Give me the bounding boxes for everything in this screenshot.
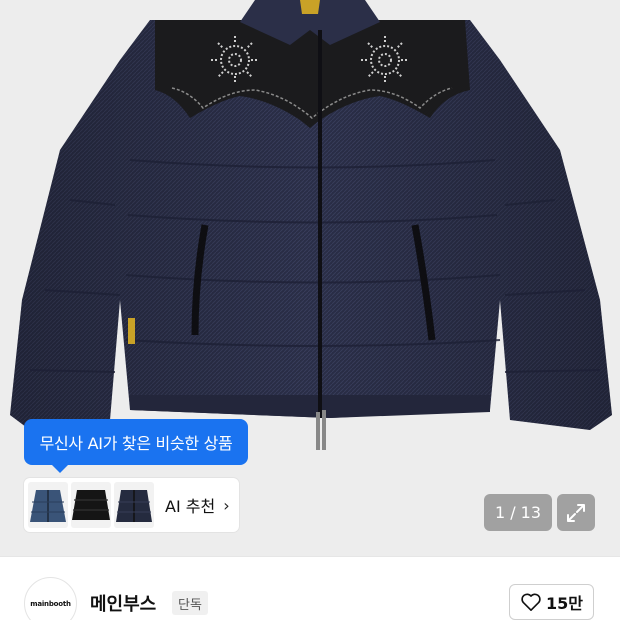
product-image-area[interactable]: 무신사 AI가 찾은 비슷한 상품 AI 추천 › 1 / 13 — [0, 0, 620, 556]
thumbnail-black-puffer[interactable] — [71, 482, 111, 528]
product-photo — [10, 0, 612, 450]
chevron-right-icon: › — [223, 495, 230, 515]
like-count: 15만 — [546, 594, 583, 613]
ai-recommend-label: AI 추천 — [165, 497, 216, 516]
expand-image-button[interactable] — [557, 494, 595, 531]
brand-logo[interactable]: mainbooth — [24, 577, 77, 620]
image-counter: 1 / 13 — [484, 494, 552, 531]
exclusive-badge: 단독 — [172, 591, 208, 615]
image-counter-text: 1 / 13 — [494, 503, 542, 522]
exclusive-badge-text: 단독 — [178, 597, 202, 613]
brand-logo-text: mainbooth — [30, 599, 71, 608]
expand-arrows-icon — [567, 503, 585, 522]
ai-tooltip-text: 무신사 AI가 찾은 비슷한 상품 — [39, 434, 233, 453]
brand-bar: mainbooth 메인부스 단독 15만 — [0, 556, 620, 620]
brand-name[interactable]: 메인부스 — [90, 590, 156, 616]
ai-similar-tooltip[interactable]: 무신사 AI가 찾은 비슷한 상품 — [24, 419, 248, 473]
heart-icon — [521, 593, 541, 611]
like-button[interactable]: 15만 — [509, 584, 594, 620]
ai-recommend-link[interactable]: AI 추천 › — [165, 493, 230, 517]
thumbnail-denim-puffer[interactable] — [28, 482, 68, 528]
thumbnail-navy-puffer[interactable] — [114, 482, 154, 528]
ai-recommend-strip[interactable]: AI 추천 › — [24, 478, 239, 532]
